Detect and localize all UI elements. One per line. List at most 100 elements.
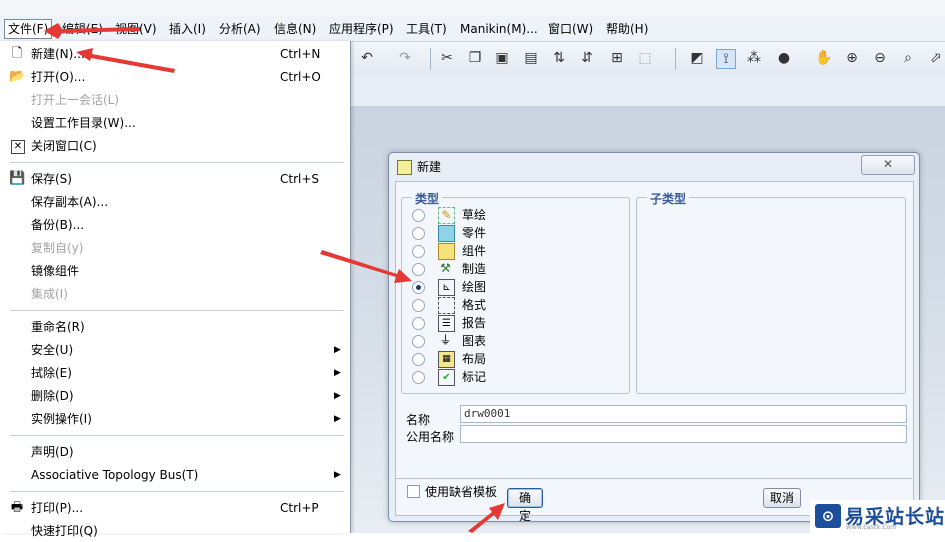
common-name-input[interactable] [460,425,907,443]
window-title-strip [0,0,945,16]
radio-button[interactable] [412,227,425,240]
dialog-body: 类型 ✎ 草绘 零件 组件 ⚒ 制造 ⊾ 绘图 格式 ☰ 报告 ⏚ 图表 ▦ 布… [395,181,914,516]
radio-button[interactable] [412,317,425,330]
sketch-icon: ✎ [438,207,455,224]
radio-button[interactable] [412,335,425,348]
axis-display-icon[interactable]: ⟟ [716,49,736,69]
datum-display-icon[interactable]: ◩ [688,49,706,67]
menu-item-security[interactable]: 安全(U) ▶ [0,339,350,361]
new-file-icon: 🗋 [11,46,23,61]
type-group-title: 类型 [412,190,443,207]
menu-item-print[interactable]: 🖶 打印(P)... Ctrl+P [0,497,350,519]
format-icon [438,297,455,314]
cancel-button[interactable]: 取消 [763,488,801,508]
ok-button[interactable]: 确定 [507,488,543,523]
redo-icon[interactable]: ↷ [396,49,414,67]
menu-item-save-copy[interactable]: 保存副本(A)... [0,191,350,213]
submenu-arrow-icon: ▶ [334,345,341,355]
radio-button[interactable] [412,371,425,384]
point-display-icon[interactable]: ⁂ [745,49,763,67]
menu-item-open[interactable]: 📂 打开(O)... Ctrl+O [0,66,350,88]
menu-tools[interactable]: 工具(T) [403,20,450,38]
menu-item-instance-ops[interactable]: 实例操作(I) ▶ [0,408,350,430]
watermark-url: Www.Easck.Com [846,524,897,531]
watermark: ⊙ 易采站长站 Www.Easck.Com [810,500,945,533]
secondary-toolbar [350,76,945,107]
menu-separator [10,491,344,492]
menu-separator [10,162,344,163]
menu-item-integrate: 集成(I) [31,287,68,301]
radio-button[interactable] [412,299,425,312]
menu-item-delete[interactable]: 删除(D) ▶ [0,385,350,407]
menu-item-atb[interactable]: Associative Topology Bus(T) ▶ [0,464,350,486]
watermark-logo-icon: ⊙ [815,504,841,528]
print-icon: 🖶 [10,500,24,515]
type-group: 类型 ✎ 草绘 零件 组件 ⚒ 制造 ⊾ 绘图 格式 ☰ 报告 ⏚ 图表 ▦ 布… [401,190,630,394]
menu-help[interactable]: 帮助(H) [603,20,651,38]
find-icon[interactable]: ⊞ [608,49,626,67]
menu-item-copy-from: 复制自(y) [31,241,84,255]
subtype-group: 子类型 [636,190,906,394]
radio-button-selected[interactable] [412,281,425,294]
menu-window[interactable]: 窗口(W) [545,20,596,38]
diagram-icon: ⏚ [439,333,452,347]
menu-item-save[interactable]: 💾 保存(S) Ctrl+S [0,168,350,190]
button-divider [395,478,912,479]
menu-file[interactable]: 文件(F) [4,19,53,39]
menu-item-rename[interactable]: 重命名(R) [0,316,350,338]
menu-item-quick-print[interactable]: 快速打印(Q) [0,520,350,542]
radio-button[interactable] [412,353,425,366]
menu-analysis[interactable]: 分析(A) [216,20,264,38]
menu-view[interactable]: 视图(V) [112,20,160,38]
zoom-in-icon[interactable]: ⊕ [843,49,861,67]
radio-button[interactable] [412,263,425,276]
radio-button[interactable] [412,209,425,222]
use-default-template-checkbox[interactable] [407,485,420,498]
submenu-arrow-icon: ▶ [334,414,341,424]
select-box-icon[interactable]: ⬚ [636,49,654,67]
menu-item-set-working-dir[interactable]: 设置工作目录(W)... [0,112,350,134]
menu-item-open-last-session: 打开上一会话(L) [31,93,120,107]
menu-item-backup[interactable]: 备份(B)... [0,214,350,236]
regenerate-manager-icon[interactable]: ⇵ [578,49,596,67]
close-window-icon: ✕ [11,140,25,154]
main-toolbar: ↶ ↷ ✂ ❐ ▣ ▤ ⇅ ⇵ ⊞ ⬚ ◩ ⟟ ⁂ ● ✋ ⊕ ⊖ ⌕ ⬀ [350,42,945,77]
drawing-icon: ⊾ [438,279,455,296]
shading-icon[interactable]: ● [775,49,793,67]
menu-manikin[interactable]: Manikin(M)... [457,20,541,38]
menu-item-mirror-component[interactable]: 镜像组件 [0,260,350,282]
menu-separator [10,435,344,436]
markup-icon: ✔ [438,369,455,386]
menu-info[interactable]: 信息(N) [271,20,319,38]
dialog-icon [397,160,412,175]
refit-icon[interactable]: ⌕ [899,49,917,67]
menu-bar: 文件(F) 编辑(E) 视图(V) 插入(I) 分析(A) 信息(N) 应用程序… [0,16,945,42]
menu-applications[interactable]: 应用程序(P) [326,20,397,38]
dialog-title-bar[interactable]: 新建 ✕ [389,153,919,181]
paste-special-icon[interactable]: ▤ [522,49,540,67]
new-dialog: 新建 ✕ 类型 ✎ 草绘 零件 组件 ⚒ 制造 ⊾ 绘图 格式 ☰ 报告 ⏚ 图… [388,152,920,523]
menu-separator [10,310,344,311]
name-label: 名称 [406,413,431,427]
menu-item-erase[interactable]: 拭除(E) ▶ [0,362,350,384]
layout-icon: ▦ [438,351,455,368]
menu-item-close-window[interactable]: ✕ 关闭窗口(C) [0,135,350,157]
name-input[interactable] [460,405,907,423]
copy-icon[interactable]: ❐ [466,49,484,67]
save-icon: 💾 [9,171,26,186]
use-default-template-label: 使用缺省模板 [425,485,498,499]
menu-item-declare[interactable]: 声明(D) [0,441,350,463]
menu-item-new[interactable]: 🗋 新建(N)... Ctrl+N [0,43,350,65]
pan-icon[interactable]: ✋ [815,49,833,67]
paste-icon[interactable]: ▣ [493,49,511,67]
dialog-close-button[interactable]: ✕ [861,155,915,175]
radio-button[interactable] [412,245,425,258]
cut-icon[interactable]: ✂ [438,49,456,67]
undo-icon[interactable]: ↶ [358,49,376,67]
toolbar-separator [430,48,431,70]
menu-insert[interactable]: 插入(I) [166,20,209,38]
orient-icon[interactable]: ⬀ [927,49,945,67]
menu-edit[interactable]: 编辑(E) [59,20,106,38]
zoom-out-icon[interactable]: ⊖ [871,49,889,67]
regenerate-icon[interactable]: ⇅ [550,49,568,67]
